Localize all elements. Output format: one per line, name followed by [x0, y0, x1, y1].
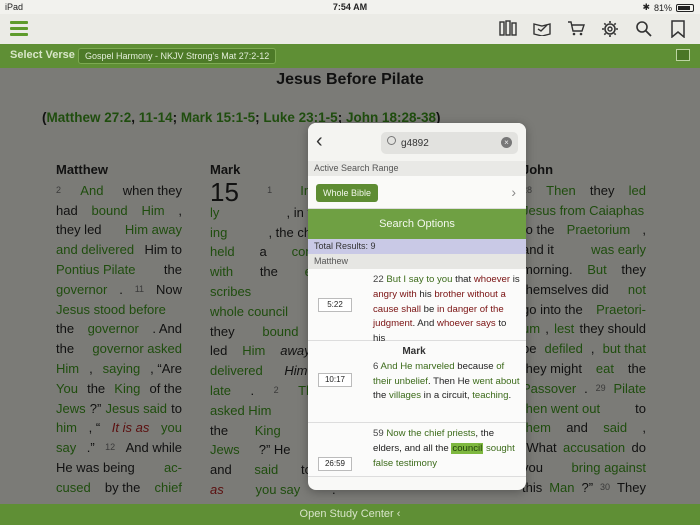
- search-options-button[interactable]: Search Options: [308, 209, 526, 239]
- verse-line[interactable]: the governor. And: [56, 319, 182, 339]
- matthew-column: Matthew 2 And when they had bound Him, the…: [56, 160, 182, 498]
- reference-separator: ,: [131, 110, 139, 125]
- verse-line[interactable]: governor. 11 Now: [56, 280, 182, 300]
- library-icon[interactable]: [498, 20, 518, 38]
- verse-bar: Select Verse Gospel Harmony - NKJV Stron…: [0, 44, 700, 68]
- result-text: Mark 6 And He marveled because of their u…: [373, 346, 520, 402]
- status-right: ✱ 81%: [642, 2, 694, 13]
- timestamp-button[interactable]: 10:17: [318, 373, 352, 387]
- verse-line[interactable]: say.” 12 And while: [56, 438, 182, 458]
- verse-line[interactable]: and delivered Him to: [56, 240, 182, 260]
- back-icon[interactable]: ‹: [316, 130, 323, 153]
- resource-pill[interactable]: Gospel Harmony - NKJV Strong's Mat 27:2-…: [78, 48, 277, 64]
- select-verse-button[interactable]: Select Verse: [10, 49, 75, 61]
- study-center-bar[interactable]: Open Study Center ‹: [0, 504, 700, 525]
- verse-line[interactable]: had bound Him,: [56, 201, 182, 221]
- verse-line[interactable]: morning. But they: [522, 260, 646, 280]
- search-result-row[interactable]: 26:59 59 Now the chief priests, the elder…: [308, 423, 526, 477]
- verse-line[interactable]: they might eat the: [522, 359, 646, 379]
- verse-line[interactable]: be defiled, but that: [522, 339, 646, 359]
- verse-line[interactable]: themselves did not: [522, 280, 646, 300]
- matthew-text: 2 And when they had bound Him, they led Hi…: [56, 181, 182, 498]
- open-study-center-label[interactable]: Open Study Center: [300, 508, 394, 520]
- reading-plan-icon[interactable]: [532, 20, 552, 38]
- verse-line[interactable]: to the Praetorium,: [522, 220, 646, 240]
- book-label: Matthew: [308, 254, 526, 269]
- status-bar: iPad 7:54 AM ✱ 81%: [0, 0, 700, 14]
- timestamp-button[interactable]: 5:22: [318, 298, 352, 312]
- verse-line[interactable]: Jesus stood before: [56, 300, 182, 320]
- verse-line[interactable]: this Man?” 30 They: [522, 478, 646, 498]
- top-toolbar: [0, 14, 700, 44]
- verse-line[interactable]: He was being ac-: [56, 458, 182, 478]
- clear-icon[interactable]: ×: [501, 137, 512, 148]
- lock-icon[interactable]: [676, 49, 690, 61]
- menu-icon[interactable]: [10, 21, 28, 36]
- search-result-row[interactable]: 5:22 22 But I say to you that whoever is …: [308, 269, 526, 344]
- chevron-right-icon: ›: [511, 184, 516, 200]
- verse-line[interactable]: 2 And when they: [56, 181, 182, 201]
- verse-line[interactable]: Him, saying, “Are: [56, 359, 182, 379]
- search-icon: [387, 136, 396, 145]
- page-title: Jesus Before Pilate: [276, 71, 424, 88]
- cart-icon[interactable]: [566, 20, 586, 38]
- verse-line[interactable]: “What accusation do: [522, 438, 646, 458]
- verse-line[interactable]: Jesus from Caiaphas: [522, 201, 646, 221]
- whole-bible-button[interactable]: Whole Bible: [316, 184, 379, 202]
- verse-line[interactable]: then went out to: [522, 399, 646, 419]
- reference-separator: ;: [172, 110, 181, 125]
- verse-line[interactable]: Passover. 29 Pilate: [522, 379, 646, 399]
- verse-line[interactable]: him, “It is as you: [56, 418, 182, 438]
- scripture-reference-link[interactable]: Mark 15:1-5: [181, 110, 255, 125]
- bookmark-icon[interactable]: [668, 20, 688, 39]
- verse-line[interactable]: You the King of the: [56, 379, 182, 399]
- verse-line[interactable]: cused by the chief: [56, 478, 182, 498]
- results-list: 5:22 22 But I say to you that whoever is …: [308, 269, 526, 477]
- result-text: 22 But I say to you that whoever is angr…: [373, 274, 520, 345]
- verse-line[interactable]: the governor asked: [56, 339, 182, 359]
- column-heading-john: John: [522, 162, 554, 177]
- search-result-row[interactable]: 10:17 Mark 6 And He marveled because of th…: [308, 341, 526, 423]
- search-range-row[interactable]: Whole Bible ›: [308, 176, 526, 209]
- bluetooth-icon: ✱: [642, 2, 650, 12]
- battery-percent: 81%: [653, 2, 672, 13]
- chevron-left-icon: ‹: [396, 508, 401, 520]
- result-text: 59 Now the chief priests, the elders, an…: [373, 428, 515, 469]
- verse-line[interactable]: and it was early: [522, 240, 646, 260]
- clock: 7:54 AM: [332, 2, 368, 12]
- verse-line[interactable]: go into the Praetori-: [522, 300, 646, 320]
- john-column: John 28 Then they led Jesus from Caiaphas…: [522, 160, 646, 498]
- search-field[interactable]: ×: [381, 132, 518, 154]
- verse-line[interactable]: them and said,: [522, 418, 646, 438]
- total-results: Total Results: 9: [308, 239, 526, 254]
- verse-line[interactable]: 28 Then they led: [522, 181, 646, 201]
- scripture-reference-link[interactable]: Matthew 27:2: [47, 110, 132, 125]
- search-popover: ‹ × Active Search Range Whole Bible › Se…: [308, 123, 526, 490]
- verse-line[interactable]: Jews?” Jesus said to: [56, 399, 182, 419]
- verse-line[interactable]: um, lest they should: [522, 319, 646, 339]
- john-text: 28 Then they led Jesus from Caiaphas to th…: [522, 181, 646, 498]
- scripture-reference-link[interactable]: 11-14: [139, 110, 173, 125]
- search-range-label: Active Search Range: [308, 161, 526, 176]
- popover-header: ‹ ×: [308, 123, 526, 161]
- verse-line[interactable]: you bring against: [522, 458, 646, 478]
- search-icon[interactable]: [634, 20, 654, 38]
- battery-icon: [676, 3, 694, 12]
- column-heading-matthew: Matthew: [56, 162, 108, 177]
- verse-line[interactable]: they led Him away: [56, 220, 182, 240]
- timestamp-button[interactable]: 26:59: [318, 457, 352, 471]
- gear-icon[interactable]: [600, 20, 620, 38]
- search-input[interactable]: [401, 135, 491, 151]
- verse-line[interactable]: Pontius Pilate the: [56, 260, 182, 280]
